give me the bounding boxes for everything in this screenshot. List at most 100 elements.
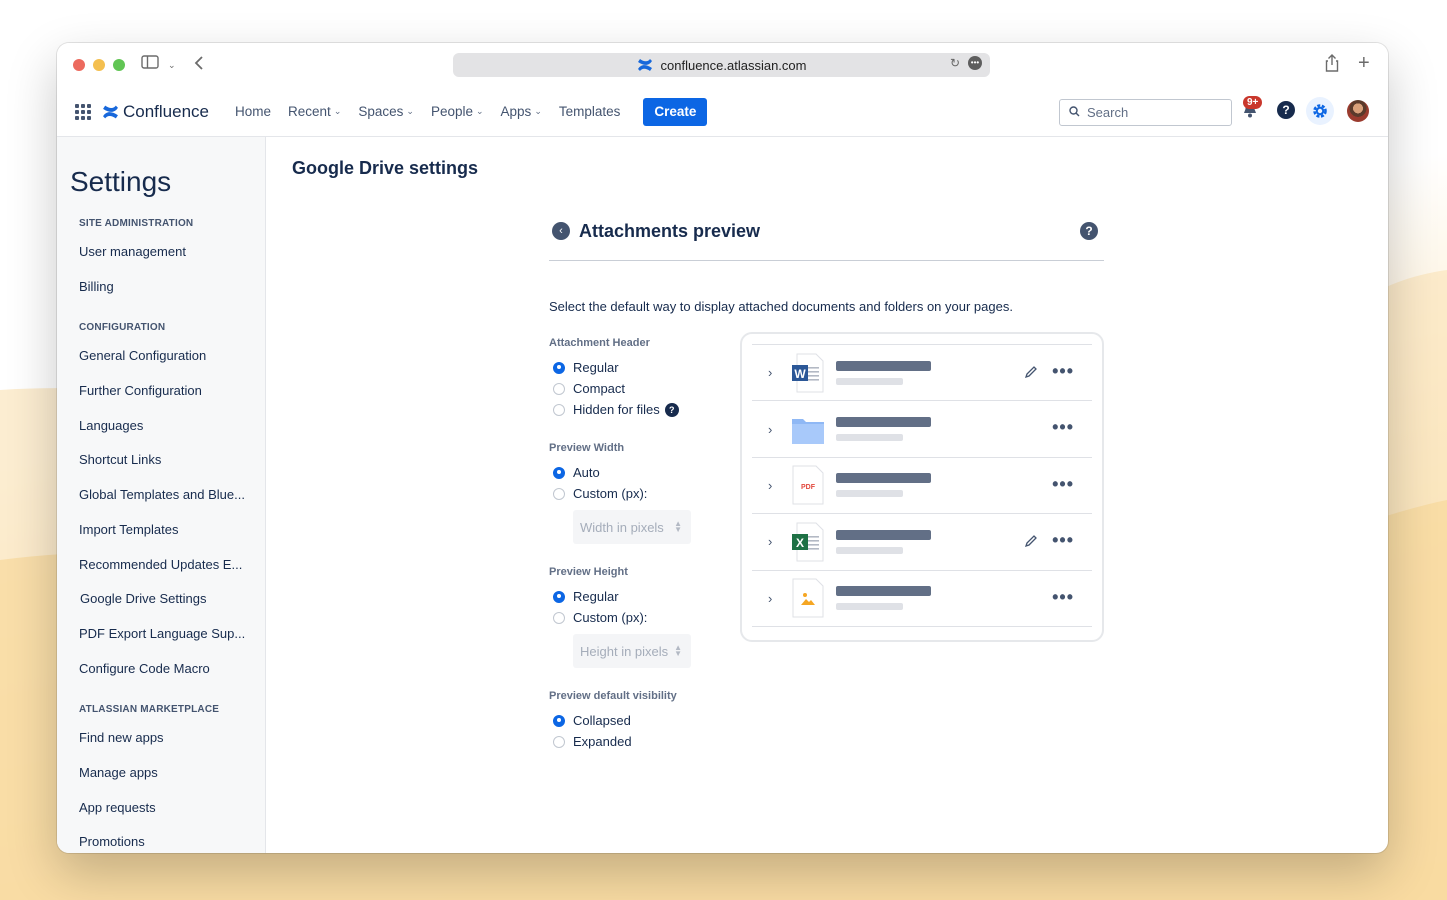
radio-option[interactable]: Compact bbox=[549, 378, 729, 399]
minimize-window-button[interactable] bbox=[93, 59, 105, 71]
radio-option[interactable]: Expanded bbox=[549, 731, 729, 752]
radio-button[interactable] bbox=[553, 403, 565, 416]
back-chevron-icon[interactable]: ‹ bbox=[552, 222, 570, 240]
search-input[interactable]: Search bbox=[1059, 99, 1232, 126]
chevron-right-icon: › bbox=[768, 365, 773, 381]
app-switcher-icon[interactable] bbox=[75, 103, 91, 120]
radio-button[interactable] bbox=[553, 382, 565, 395]
radio-option[interactable]: Regular bbox=[549, 357, 729, 378]
preview-height-group: Preview Height Regular Custom (px): Heig… bbox=[549, 566, 729, 668]
nav-home-label: Home bbox=[235, 104, 272, 119]
sidebar-item-billing[interactable]: Billing bbox=[79, 278, 265, 313]
nav-recent[interactable]: Recent ⌄ bbox=[288, 104, 341, 119]
settings-gear-icon[interactable] bbox=[1306, 97, 1334, 125]
preview-width-group: Preview Width Auto Custom (px): Width in… bbox=[549, 442, 729, 544]
main-content: Google Drive settings ‹ Attachments prev… bbox=[266, 137, 1388, 853]
radio-button[interactable] bbox=[553, 735, 565, 748]
radio-option[interactable]: Custom (px): bbox=[549, 483, 729, 504]
address-bar[interactable]: confluence.atlassian.com ↻ ••• bbox=[453, 53, 990, 77]
divider bbox=[549, 260, 1104, 261]
radio-label: Collapsed bbox=[573, 713, 631, 728]
radio-button-checked[interactable] bbox=[553, 361, 565, 374]
help-icon[interactable]: ? bbox=[664, 402, 679, 417]
width-pixels-input[interactable]: Width in pixels ▲ ▼ bbox=[573, 510, 691, 544]
nav-templates[interactable]: Templates bbox=[559, 104, 621, 119]
create-button[interactable]: Create bbox=[643, 97, 708, 126]
new-tab-icon[interactable]: + bbox=[1358, 53, 1370, 73]
sidebar-item-import-templates[interactable]: Import Templates bbox=[79, 521, 265, 556]
chevron-right-icon: › bbox=[768, 421, 773, 437]
stepper-icon[interactable]: ▲ ▼ bbox=[674, 520, 682, 534]
sidebar-item-pdf-export-language[interactable]: PDF Export Language Sup... bbox=[79, 625, 265, 660]
radio-button-checked[interactable] bbox=[553, 590, 565, 603]
chevron-right-icon: › bbox=[768, 534, 773, 550]
radio-label: Auto bbox=[573, 465, 600, 480]
sidebar-item-configure-code-macro[interactable]: Configure Code Macro bbox=[79, 660, 265, 695]
radio-option[interactable]: Auto bbox=[549, 462, 729, 483]
more-options-icon[interactable]: ••• bbox=[968, 56, 982, 70]
sidebar-item-manage-apps[interactable]: Manage apps bbox=[79, 764, 265, 799]
preview-row: › W ••• bbox=[752, 345, 1092, 402]
radio-option[interactable]: Regular bbox=[549, 586, 729, 607]
reload-icon[interactable]: ↻ bbox=[950, 56, 960, 70]
radio-button[interactable] bbox=[553, 487, 565, 500]
nav-home[interactable]: Home bbox=[235, 104, 271, 119]
panel-title: Attachments preview bbox=[579, 220, 761, 241]
radio-option[interactable]: Hidden for files? bbox=[549, 399, 729, 420]
avatar[interactable] bbox=[1347, 100, 1369, 122]
sidebar-item-app-requests[interactable]: App requests bbox=[79, 799, 265, 834]
chevron-down-icon: ⌄ bbox=[475, 106, 484, 116]
image-file-icon bbox=[792, 578, 824, 618]
maximize-window-button[interactable] bbox=[113, 59, 125, 71]
nav-apps[interactable]: Apps ⌄ bbox=[501, 104, 542, 119]
more-actions-icon: ••• bbox=[1052, 473, 1074, 494]
radio-button-checked[interactable] bbox=[553, 714, 565, 727]
sidebar-item-languages[interactable]: Languages bbox=[79, 417, 265, 452]
url-text: confluence.atlassian.com bbox=[660, 57, 807, 73]
back-arrow-icon[interactable] bbox=[194, 55, 204, 77]
search-placeholder: Search bbox=[1087, 105, 1129, 120]
sidebar-item-general-configuration[interactable]: General Configuration bbox=[79, 347, 265, 382]
height-pixels-input[interactable]: Height in pixels ▲ ▼ bbox=[573, 634, 691, 668]
radio-option[interactable]: Custom (px): bbox=[549, 607, 729, 628]
nav-people[interactable]: People ⌄ bbox=[431, 104, 484, 119]
help-icon[interactable]: ? bbox=[1277, 101, 1295, 119]
page-title: Google Drive settings bbox=[292, 158, 479, 178]
sidebar-item-recommended-updates[interactable]: Recommended Updates E... bbox=[79, 556, 265, 591]
chevron-down-icon[interactable]: ⌄ bbox=[168, 55, 176, 75]
sidebar-item-further-configuration[interactable]: Further Configuration bbox=[79, 382, 265, 417]
pdf-glyph: PDF bbox=[801, 484, 816, 491]
edit-pencil-icon bbox=[1024, 365, 1038, 384]
close-window-button[interactable] bbox=[73, 59, 85, 71]
sidebar-item-promotions[interactable]: Promotions bbox=[79, 833, 265, 853]
radio-button-checked[interactable] bbox=[553, 466, 565, 479]
radio-label: Compact bbox=[573, 381, 626, 396]
sidebar-item-google-drive-settings[interactable]: Google Drive Settings bbox=[80, 590, 265, 625]
sidebar-toggle-icon[interactable] bbox=[141, 55, 159, 75]
excel-sheet-icon: X bbox=[792, 522, 824, 562]
help-icon[interactable]: ? bbox=[1080, 222, 1098, 240]
chevron-down-icon: ⌄ bbox=[406, 106, 414, 116]
search-icon bbox=[1069, 105, 1080, 120]
sidebar-item-shortcut-links[interactable]: Shortcut Links bbox=[79, 451, 265, 486]
sidebar-item-global-templates[interactable]: Global Templates and Blue... bbox=[79, 486, 265, 521]
sidebar-item-user-management[interactable]: User management bbox=[79, 243, 265, 278]
panel-description: Select the default way to display attach… bbox=[549, 299, 1013, 314]
attachment-header-group: Attachment Header Regular Compact Hidden… bbox=[549, 337, 729, 420]
option-group-label: Preview Width bbox=[549, 442, 625, 454]
nav-spaces[interactable]: Spaces ⌄ bbox=[358, 104, 414, 119]
browser-window: ⌄ confluence.atlassian.com ↻ ••• + Confl… bbox=[57, 43, 1388, 853]
share-icon[interactable] bbox=[1325, 54, 1339, 78]
nav-spaces-label: Spaces bbox=[358, 104, 404, 119]
preview-row: › ••• bbox=[752, 401, 1092, 458]
confluence-logo[interactable]: Confluence bbox=[102, 102, 209, 122]
folder-icon bbox=[792, 409, 824, 449]
option-group-label: Attachment Header bbox=[549, 337, 650, 349]
sidebar-item-find-new-apps[interactable]: Find new apps bbox=[79, 729, 265, 764]
more-actions-icon: ••• bbox=[1052, 586, 1074, 607]
stepper-icon[interactable]: ▲ ▼ bbox=[674, 644, 682, 658]
radio-option[interactable]: Collapsed bbox=[549, 710, 729, 731]
input-placeholder: Width in pixels bbox=[580, 519, 664, 535]
nav-templates-label: Templates bbox=[558, 104, 621, 119]
radio-button[interactable] bbox=[553, 611, 565, 624]
